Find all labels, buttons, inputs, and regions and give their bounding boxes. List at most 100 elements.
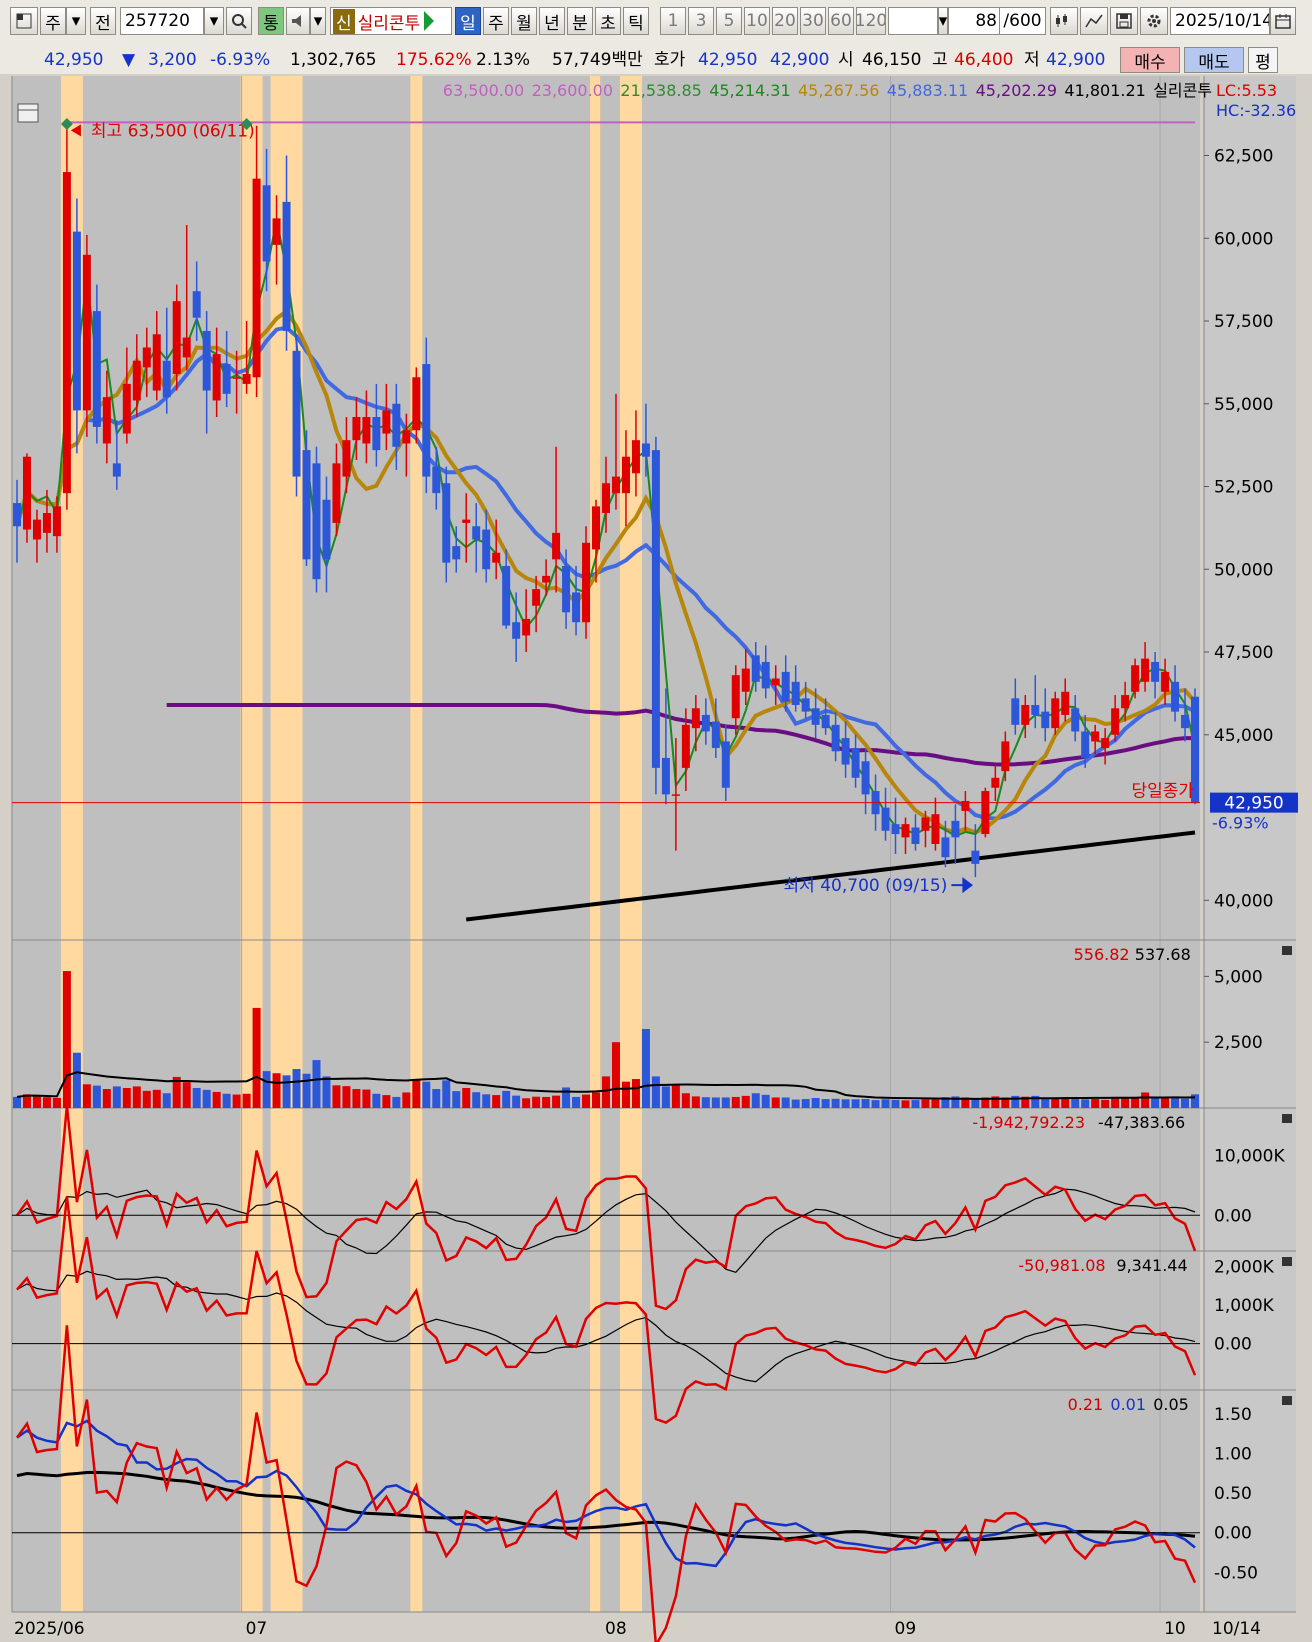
candle-body	[492, 552, 501, 563]
volume-bar	[112, 1086, 121, 1108]
candle-body	[621, 456, 630, 494]
speaker-dropdown-icon[interactable]: ▾	[310, 7, 326, 35]
speaker-icon[interactable]	[286, 7, 310, 35]
legend-value: -47,383.66	[1098, 1113, 1185, 1132]
interval-dropdown-icon[interactable]: ▾	[938, 7, 948, 35]
bar-count-input[interactable]: 88	[948, 7, 1000, 35]
x-tick-label: 2025/06	[14, 1619, 85, 1639]
line-tool-icon[interactable]	[1080, 7, 1108, 35]
interval-button-10[interactable]: 10	[744, 7, 770, 35]
candle-body	[82, 254, 91, 411]
custom-interval-input[interactable]	[888, 7, 938, 35]
volume-bar	[182, 1082, 191, 1108]
candle-body	[212, 354, 221, 401]
candle-body	[971, 850, 980, 864]
interval-button-30[interactable]: 30	[800, 7, 826, 35]
candle-body	[112, 463, 121, 477]
tong-button[interactable]: 통	[258, 7, 284, 35]
x-tick-label: 10	[1164, 1619, 1186, 1639]
gear-icon[interactable]	[1140, 7, 1168, 35]
eval-button[interactable]: 평	[1248, 47, 1278, 73]
candle-body	[462, 519, 471, 523]
interval-button-1[interactable]: 1	[660, 7, 686, 35]
stock-name-field[interactable]: 신 실리콘투	[330, 7, 452, 35]
volume-bar	[352, 1089, 361, 1108]
tab-period-2[interactable]: 월	[511, 7, 537, 35]
candle-body	[931, 814, 940, 845]
y-tick-label: 47,500	[1214, 643, 1273, 663]
candle-body	[731, 675, 740, 719]
legend-value: -1,942,792.23	[972, 1113, 1085, 1132]
save-icon[interactable]	[1110, 7, 1138, 35]
candle-body	[651, 450, 660, 768]
volume-bar	[871, 1100, 880, 1108]
volume-bar	[1051, 1098, 1060, 1108]
volume-bar	[82, 1084, 91, 1108]
volume-bar	[602, 1076, 610, 1108]
volume-bar	[202, 1089, 211, 1108]
candle-body	[332, 463, 341, 523]
code-dropdown-icon[interactable]: ▾	[204, 7, 224, 35]
candle-body	[921, 817, 930, 831]
y-tick-label: 0.00	[1214, 1524, 1252, 1544]
volume-bar	[502, 1090, 511, 1108]
y-tick-label: 0.00	[1214, 1335, 1252, 1355]
tab-period-5[interactable]: 초	[595, 7, 621, 35]
interval-button-20[interactable]: 20	[772, 7, 798, 35]
volume-bar	[92, 1085, 101, 1108]
candle-body	[831, 724, 840, 752]
date-input[interactable]: 2025/10/14	[1170, 7, 1270, 35]
market-select[interactable]: 주	[40, 7, 66, 35]
candle-body	[801, 698, 810, 712]
low-price: 42,900	[1046, 50, 1106, 70]
volume-bar	[1081, 1099, 1090, 1108]
candle-body	[1121, 695, 1130, 709]
volume-bar	[512, 1095, 521, 1108]
volume-ratio: 175.62%	[396, 50, 472, 70]
candle-body	[572, 592, 581, 623]
volume-bar	[691, 1096, 700, 1108]
volume-bar	[432, 1089, 441, 1108]
interval-button-3[interactable]: 3	[688, 7, 714, 35]
volume-bar	[831, 1098, 840, 1108]
interval-button-5[interactable]: 5	[716, 7, 742, 35]
volume-bar	[382, 1095, 391, 1108]
prev-button[interactable]: 전	[90, 7, 116, 35]
tab-period-0[interactable]: 일	[455, 7, 481, 35]
tab-period-4[interactable]: 분	[567, 7, 593, 35]
volume-bar	[1151, 1096, 1160, 1108]
volume-bar	[262, 1071, 271, 1108]
volume-bar	[1101, 1099, 1110, 1108]
tab-period-1[interactable]: 주	[483, 7, 509, 35]
window-icon[interactable]	[10, 7, 38, 35]
stock-code-input[interactable]: 257720	[120, 7, 204, 35]
search-icon[interactable]	[226, 7, 252, 35]
interval-button-120[interactable]: 120	[856, 7, 886, 35]
stock-chart[interactable]: 당일종가 42,950-6.93% 최고 63,500 (06/11) 최저 40,7…	[0, 74, 1312, 1642]
buy-button[interactable]: 매수	[1120, 47, 1180, 73]
x-tick-label: 07	[246, 1619, 268, 1639]
volume-bar	[302, 1073, 311, 1108]
volume-bar	[631, 1079, 640, 1108]
candle-body	[172, 301, 181, 374]
candle-body	[1001, 741, 1010, 772]
tab-period-3[interactable]: 년	[539, 7, 565, 35]
tab-period-6[interactable]: 틱	[623, 7, 649, 35]
candle-body	[641, 443, 650, 457]
candle-body	[442, 483, 451, 563]
volume-bar	[931, 1099, 940, 1108]
gear-icon-glyph	[1147, 14, 1161, 28]
candle-body	[592, 506, 601, 550]
sell-button[interactable]: 매도	[1184, 47, 1244, 73]
calendar-icon[interactable]	[1270, 7, 1296, 35]
candle-body	[372, 417, 381, 451]
volume-bar	[781, 1097, 790, 1108]
market-dropdown-icon[interactable]: ▾	[66, 7, 86, 35]
volume-bar	[1071, 1097, 1080, 1108]
interval-button-60[interactable]: 60	[828, 7, 854, 35]
volume-bar	[552, 1095, 561, 1108]
chart-type-icon[interactable]	[1050, 7, 1078, 35]
volume-bar	[1161, 1097, 1170, 1108]
volume-bar	[52, 1097, 61, 1108]
candle-body	[841, 738, 850, 765]
